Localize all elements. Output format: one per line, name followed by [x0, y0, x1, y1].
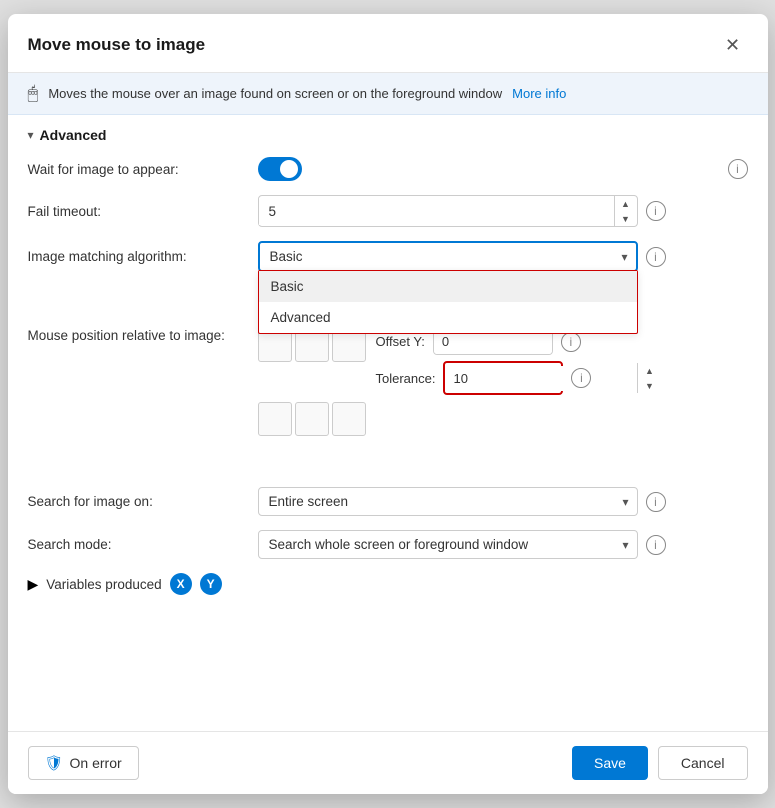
search-mode-control: Search whole screen or foreground window…: [258, 530, 748, 559]
fail-timeout-info-icon[interactable]: i: [646, 201, 666, 221]
info-banner: 🖱 Moves the mouse over an image found on…: [8, 73, 768, 115]
dialog-footer: 🛡 On error Save Cancel: [8, 731, 768, 794]
search-for-label: Search for image on:: [28, 494, 248, 509]
search-mode-select[interactable]: Search whole screen or foreground window…: [258, 530, 638, 559]
search-mode-row: Search mode: Search whole screen or fore…: [28, 530, 748, 559]
variables-label: Variables produced: [46, 577, 161, 592]
offset-y-label: Offset Y:: [376, 334, 425, 349]
image-matching-info-icon[interactable]: i: [646, 247, 666, 267]
dialog-body: ▾ Advanced Wait for image to appear: i F…: [8, 115, 768, 731]
fail-timeout-control: ▲ ▼ i: [258, 195, 748, 227]
banner-text: Moves the mouse over an image found on s…: [48, 86, 502, 101]
chevron-down-icon: ▾: [613, 250, 635, 264]
dialog-title: Move mouse to image: [28, 35, 206, 55]
fail-timeout-up[interactable]: ▲: [615, 196, 637, 211]
tolerance-up[interactable]: ▲: [638, 363, 660, 378]
chevron-down-icon: ▾: [614, 538, 636, 552]
wait-toggle[interactable]: [258, 157, 302, 181]
tolerance-input-wrap: ▲ ▼: [443, 361, 563, 395]
mouse-icon: 🖱: [28, 83, 39, 104]
tolerance-row: Tolerance: ▲ ▼ i: [376, 361, 592, 395]
fail-timeout-label: Fail timeout:: [28, 204, 248, 219]
wait-toggle-wrap[interactable]: [258, 157, 302, 181]
grid-cell-br[interactable]: [332, 402, 366, 436]
more-info-link[interactable]: More info: [512, 86, 566, 101]
search-for-row: Search for image on: Entire screen ▾ i: [28, 487, 748, 516]
wait-for-image-control: i: [258, 157, 748, 181]
search-mode-label: Search mode:: [28, 537, 248, 552]
fail-timeout-input[interactable]: [259, 198, 614, 225]
search-for-value: Entire screen: [259, 488, 615, 515]
chevron-down-icon: ▾: [28, 128, 34, 142]
fail-timeout-row: Fail timeout: ▲ ▼ i: [28, 195, 748, 227]
search-for-info-icon[interactable]: i: [646, 492, 666, 512]
wait-for-image-row: Wait for image to appear: i: [28, 157, 748, 181]
chevron-right-icon: ▶: [28, 576, 39, 593]
fail-timeout-input-wrap: ▲ ▼: [258, 195, 638, 227]
position-grid-top: [258, 328, 366, 399]
on-error-label: On error: [70, 755, 122, 771]
image-matching-dropdown: Basic Advanced: [258, 270, 638, 334]
position-grid-area: Offset Y: (x) i Tolerance:: [258, 328, 592, 473]
tolerance-label: Tolerance:: [376, 371, 436, 386]
tolerance-spinners: ▲ ▼: [637, 363, 660, 393]
footer-actions: Save Cancel: [572, 746, 748, 780]
dropdown-item-basic[interactable]: Basic: [259, 271, 637, 302]
fail-timeout-down[interactable]: ▼: [615, 211, 637, 226]
advanced-section-title: Advanced: [40, 127, 107, 143]
search-mode-info-icon[interactable]: i: [646, 535, 666, 555]
tolerance-down[interactable]: ▼: [638, 378, 660, 393]
var-y-badge: Y: [200, 573, 222, 595]
grid-cell-bc[interactable]: [295, 402, 329, 436]
offset-area: Offset Y: (x) i Tolerance:: [376, 328, 592, 395]
dropdown-item-advanced[interactable]: Advanced: [259, 302, 637, 333]
wait-for-image-label: Wait for image to appear:: [28, 162, 248, 177]
save-button[interactable]: Save: [572, 746, 648, 780]
search-for-control: Entire screen ▾ i: [258, 487, 748, 516]
image-matching-label: Image matching algorithm:: [28, 249, 248, 264]
image-matching-control: Basic ▾ Basic Advanced i: [258, 241, 748, 272]
offset-y-info-icon[interactable]: i: [561, 332, 581, 352]
close-button[interactable]: ✕: [718, 30, 748, 60]
grid-cell-bl[interactable]: [258, 402, 292, 436]
shield-icon: 🛡: [45, 754, 64, 772]
mouse-position-label: Mouse position relative to image:: [28, 328, 248, 343]
chevron-down-icon: ▾: [614, 495, 636, 509]
tolerance-input[interactable]: [445, 366, 637, 391]
on-error-button[interactable]: 🛡 On error: [28, 746, 139, 780]
fail-timeout-spinners: ▲ ▼: [614, 196, 637, 226]
dialog: Move mouse to image ✕ 🖱 Moves the mouse …: [8, 14, 768, 794]
mouse-position-row: Mouse position relative to image:: [28, 328, 748, 473]
wait-info-icon[interactable]: i: [728, 159, 748, 179]
variables-row: ▶ Variables produced X Y: [28, 573, 748, 595]
mouse-position-control: Offset Y: (x) i Tolerance:: [258, 328, 748, 473]
cancel-button[interactable]: Cancel: [658, 746, 748, 780]
position-grid-bottom: [258, 402, 366, 473]
advanced-section-header[interactable]: ▾ Advanced: [28, 127, 748, 143]
image-matching-row: Image matching algorithm: Basic ▾ Basic …: [28, 241, 748, 272]
var-x-badge: X: [170, 573, 192, 595]
search-mode-value: Search whole screen or foreground window: [259, 531, 615, 558]
dialog-header: Move mouse to image ✕: [8, 14, 768, 73]
image-matching-select[interactable]: Basic ▾ Basic Advanced: [258, 241, 638, 272]
image-matching-value: Basic: [260, 243, 614, 270]
search-for-select[interactable]: Entire screen ▾: [258, 487, 638, 516]
